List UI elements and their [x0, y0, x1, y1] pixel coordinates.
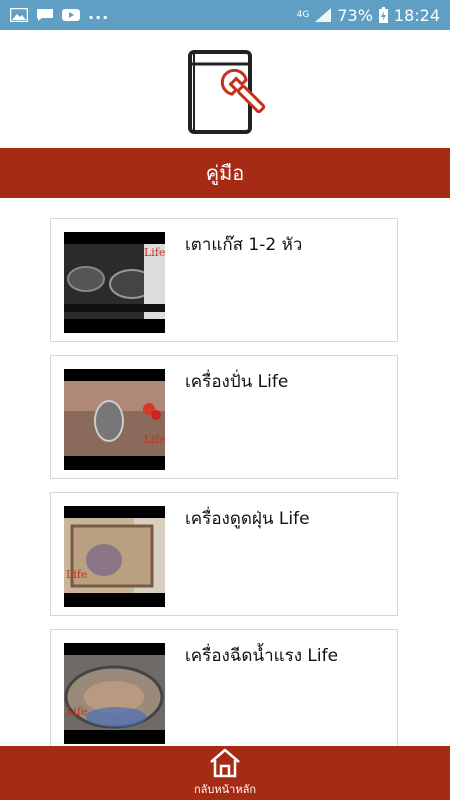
- more-notifications: ...: [88, 3, 110, 23]
- signal-icon: [315, 8, 332, 22]
- video-thumbnail[interactable]: Life: [64, 369, 165, 470]
- network-type: 4G: [296, 10, 310, 20]
- page-title: คู่มือ: [205, 161, 245, 185]
- gallery-icon: [10, 8, 28, 22]
- notification-icons: ...: [10, 4, 109, 23]
- video-thumbnail[interactable]: Life: [64, 506, 165, 607]
- clock: 18:24: [393, 5, 440, 25]
- life-brand-label: Life: [66, 568, 88, 581]
- pressure-washer-thumbnail-image: [64, 655, 165, 730]
- battery-percent: 73%: [337, 5, 373, 25]
- life-brand-label: Life: [66, 705, 88, 718]
- item-title: เครื่องปั่น Life: [185, 372, 289, 392]
- youtube-icon: [62, 9, 80, 21]
- life-brand-label: Life: [144, 433, 165, 446]
- list-item-blender[interactable]: Life เครื่องปั่น Life: [50, 355, 398, 479]
- manual-book-wrench-icon: [188, 50, 266, 134]
- video-thumbnail[interactable]: Life: [64, 232, 165, 333]
- vacuum-thumbnail-image: [64, 518, 165, 593]
- status-bar: ... 4G 73% 18:24: [0, 0, 450, 30]
- home-button[interactable]: กลับหน้าหลัก: [194, 748, 256, 798]
- bottom-nav: กลับหน้าหลัก: [0, 746, 450, 800]
- item-title: เตาแก๊ส 1-2 หัว: [185, 235, 303, 255]
- life-brand-label: Life: [144, 246, 165, 259]
- list-item-gas-stove[interactable]: Life เตาแก๊ส 1-2 หัว: [50, 218, 398, 342]
- home-icon: [210, 748, 240, 778]
- message-icon: [37, 9, 53, 21]
- item-title: เครื่องดูดฝุ่น Life: [185, 509, 310, 529]
- list-item-pressure-washer[interactable]: Life เครื่องฉีดน้ำแรง Life: [50, 629, 398, 746]
- header-logo-area: [0, 30, 450, 148]
- battery-icon: [378, 7, 388, 23]
- page-title-bar: คู่มือ: [0, 148, 450, 198]
- video-thumbnail[interactable]: Life: [64, 643, 165, 744]
- item-title: เครื่องฉีดน้ำแรง Life: [185, 646, 339, 666]
- list-item-vacuum[interactable]: Life เครื่องดูดฝุ่น Life: [50, 492, 398, 616]
- home-label: กลับหน้าหลัก: [194, 783, 256, 796]
- manual-list[interactable]: Life เตาแก๊ส 1-2 หัว Life เครื่องปั่น Li…: [0, 198, 450, 746]
